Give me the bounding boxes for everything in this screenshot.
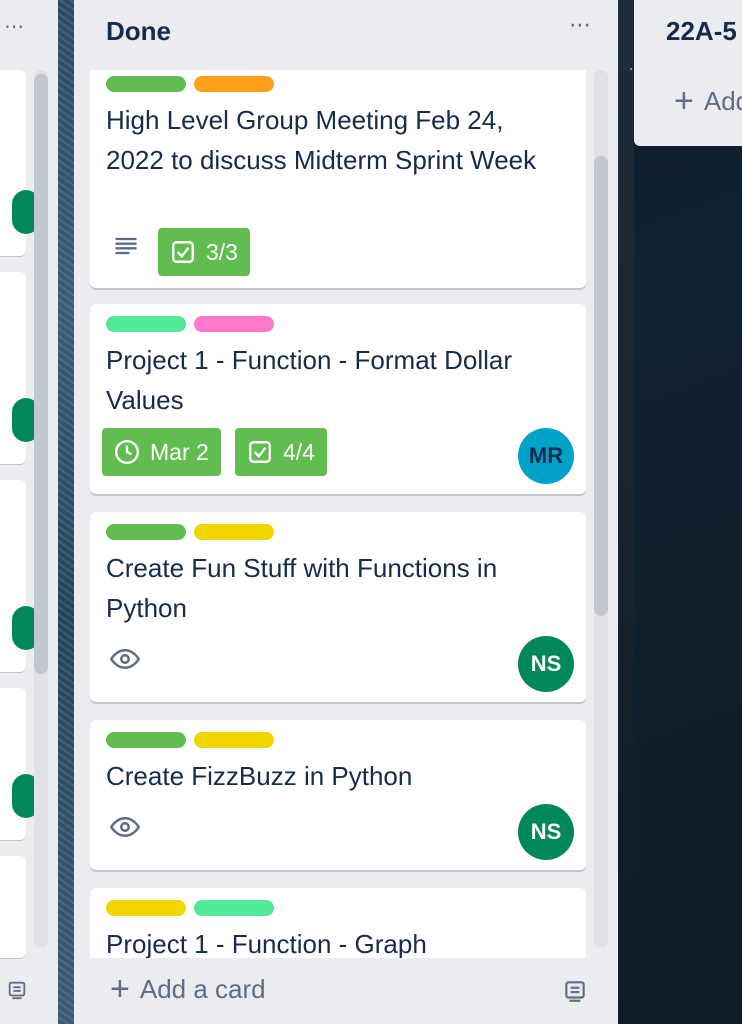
card-labels <box>106 732 274 748</box>
add-card-button[interactable]: + Add a card <box>110 972 266 1006</box>
list-title[interactable]: 22A-5 <box>666 16 737 47</box>
due-date-badge[interactable]: Mar 2 <box>102 428 221 476</box>
card-label[interactable] <box>106 524 186 540</box>
scrollbar-thumb[interactable] <box>594 156 608 616</box>
card-label[interactable] <box>106 76 186 92</box>
checklist-count: 3/3 <box>206 238 238 265</box>
clock-icon <box>114 439 140 465</box>
checklist-badge: 3/3 <box>158 228 250 276</box>
card-template-icon[interactable] <box>562 978 588 1004</box>
checklist-icon <box>249 441 271 463</box>
add-card-label: Add <box>703 85 742 116</box>
card-stub[interactable] <box>0 70 40 256</box>
due-date: Mar 2 <box>150 438 209 465</box>
previous-list: ⋯ <box>0 0 58 1024</box>
scrollbar-thumb[interactable] <box>34 74 48 674</box>
list-scrollbar[interactable] <box>594 70 608 948</box>
card-title: High Level Group Meeting Feb 24, 2022 to… <box>106 105 537 175</box>
card[interactable]: Create Fun Stuff with Functions in Pytho… <box>90 512 586 702</box>
card[interactable]: Project 1 - Function - Format Dollar Val… <box>90 304 586 494</box>
list-scrollbar[interactable] <box>34 70 48 948</box>
add-card-label: Add a card <box>139 973 266 1004</box>
member-avatar[interactable]: NS <box>518 636 574 692</box>
card-label[interactable] <box>194 524 274 540</box>
card-stub[interactable] <box>0 480 40 672</box>
card[interactable]: High Level Group Meeting Feb 24, 2022 to… <box>90 70 586 288</box>
list-menu-icon[interactable]: ⋯ <box>4 14 25 39</box>
card-labels <box>106 900 274 916</box>
card-stub[interactable] <box>0 688 40 840</box>
card-title: Project 1 - Function - Graph <box>106 929 427 958</box>
card-list: High Level Group Meeting Feb 24, 2022 to… <box>90 70 586 958</box>
eye-icon <box>109 812 141 847</box>
card-stub[interactable] <box>0 272 40 464</box>
board-background <box>56 0 76 1024</box>
card-stub[interactable] <box>0 856 26 958</box>
board-background-strip <box>618 0 634 1024</box>
add-card-button[interactable]: + Add <box>674 84 742 118</box>
eye-icon <box>109 644 141 679</box>
list-menu-icon[interactable]: ⋯ <box>569 12 592 38</box>
list-done: Done ⋯ High Level Group Meeting Feb 24, … <box>74 0 618 1024</box>
card-labels <box>106 524 274 540</box>
member-avatar[interactable]: NS <box>518 804 574 860</box>
card-label[interactable] <box>194 76 274 92</box>
card-label[interactable] <box>106 732 186 748</box>
card-label[interactable] <box>194 900 274 916</box>
background-star <box>630 68 632 70</box>
card-labels <box>106 76 274 92</box>
card-title: Project 1 - Function - Format Dollar Val… <box>106 345 513 415</box>
plus-icon: + <box>674 82 694 120</box>
card-label[interactable] <box>106 900 186 916</box>
member-avatar[interactable]: MR <box>518 428 574 484</box>
card-title: Create FizzBuzz in Python <box>106 761 413 791</box>
card[interactable]: Create FizzBuzz in Python NS <box>90 720 586 870</box>
card-template-icon[interactable] <box>6 978 28 1002</box>
card-label[interactable] <box>194 316 274 332</box>
checklist-icon <box>172 241 194 263</box>
card[interactable]: Project 1 - Function - Graph <box>90 888 586 958</box>
next-list: 22A-5 + Add <box>634 0 742 146</box>
checklist-badge: 4/4 <box>235 428 327 476</box>
list-title[interactable]: Done <box>106 16 171 47</box>
description-icon <box>112 232 140 265</box>
card-labels <box>106 316 274 332</box>
checklist-count: 4/4 <box>283 438 315 465</box>
card-label[interactable] <box>106 316 186 332</box>
card-label[interactable] <box>194 732 274 748</box>
card-title: Create Fun Stuff with Functions in Pytho… <box>106 553 498 623</box>
plus-icon: + <box>110 970 130 1008</box>
